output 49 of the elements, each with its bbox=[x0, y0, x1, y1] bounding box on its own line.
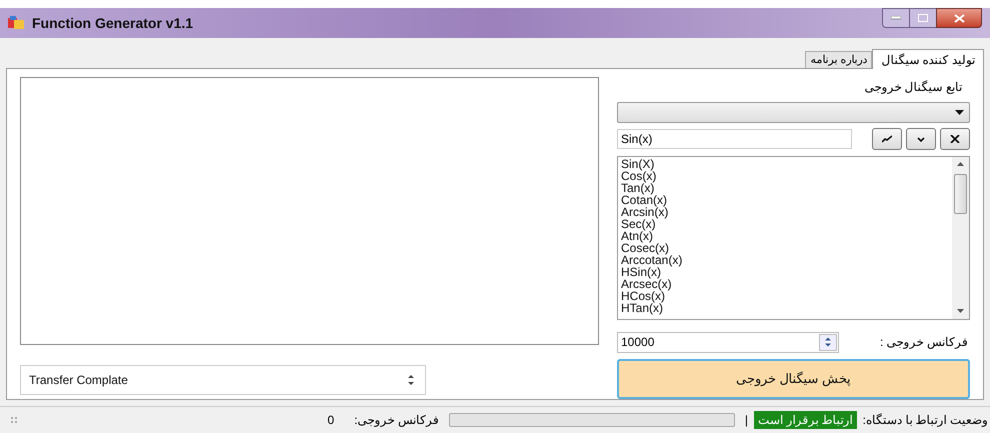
resize-grip-icon bbox=[10, 416, 18, 424]
list-item[interactable]: Arcsec(x) bbox=[621, 278, 672, 290]
scroll-down-icon bbox=[957, 308, 964, 313]
scrollbar[interactable] bbox=[952, 156, 969, 319]
clear-button[interactable] bbox=[940, 128, 970, 150]
close-icon bbox=[950, 134, 960, 143]
app-icon bbox=[8, 16, 24, 30]
function-field[interactable]: Sin(x) bbox=[617, 128, 852, 149]
signal-function-label: تابع سیگنال خروجی bbox=[864, 79, 962, 96]
connection-label: وضعیت ارتباط با دستگاه: bbox=[862, 412, 988, 429]
frequency-label: فرکانس خروجی: bbox=[354, 412, 439, 429]
frequency-label: فرکانس خروجی : bbox=[880, 334, 968, 352]
chart-button[interactable] bbox=[872, 128, 902, 150]
chart-line-icon bbox=[882, 134, 892, 143]
accept-button[interactable] bbox=[906, 128, 936, 150]
minimize-icon bbox=[891, 16, 901, 20]
separator: | bbox=[744, 412, 748, 429]
spin-arrows-icon bbox=[824, 336, 832, 348]
scroll-up-icon bbox=[957, 162, 964, 166]
status-message: Transfer Complate bbox=[29, 372, 128, 389]
list-item[interactable]: Atn(x) bbox=[621, 230, 654, 242]
list-item[interactable]: Arccotan(x) bbox=[621, 254, 682, 266]
list-item[interactable]: Tan(x) bbox=[621, 182, 654, 194]
list-item[interactable]: Sin(X) bbox=[621, 158, 654, 170]
maximize-button[interactable] bbox=[910, 8, 936, 28]
list-item[interactable]: Sec(x) bbox=[621, 218, 656, 230]
caret-icon bbox=[955, 110, 964, 115]
function-dropdown[interactable] bbox=[617, 102, 970, 123]
list-item[interactable]: HTan(x) bbox=[621, 302, 664, 314]
list-item[interactable]: HSin(x) bbox=[621, 266, 662, 278]
frequency-spinner[interactable]: 10000 bbox=[617, 332, 839, 353]
chevron-down-icon bbox=[916, 134, 926, 143]
maximize-icon bbox=[918, 14, 928, 22]
play-signal-button[interactable]: پخش سیگنال خروجی bbox=[617, 358, 970, 400]
tab[interactable]: درباره برنامه bbox=[805, 51, 872, 68]
list-item[interactable]: Cotan(x) bbox=[621, 194, 668, 206]
scroll-thumb[interactable] bbox=[954, 174, 967, 214]
list-item[interactable]: Arcsin(x) bbox=[621, 206, 668, 218]
list-item[interactable]: Cos(x) bbox=[621, 170, 656, 182]
list-item[interactable]: HCos(x) bbox=[621, 290, 665, 302]
close-button[interactable] bbox=[936, 8, 982, 28]
list-item[interactable]: Cosec(x) bbox=[621, 242, 670, 254]
minimize-button[interactable] bbox=[882, 8, 910, 28]
spin-arrows-icon bbox=[407, 373, 415, 387]
connection-status: ارتباط برقرار است bbox=[754, 411, 857, 429]
frequency-value: 0 bbox=[328, 412, 334, 429]
window-title: Function Generator v1.1 bbox=[32, 14, 194, 32]
tab[interactable]: تولید کننده سیگنال bbox=[872, 49, 984, 69]
close-icon bbox=[954, 14, 964, 22]
